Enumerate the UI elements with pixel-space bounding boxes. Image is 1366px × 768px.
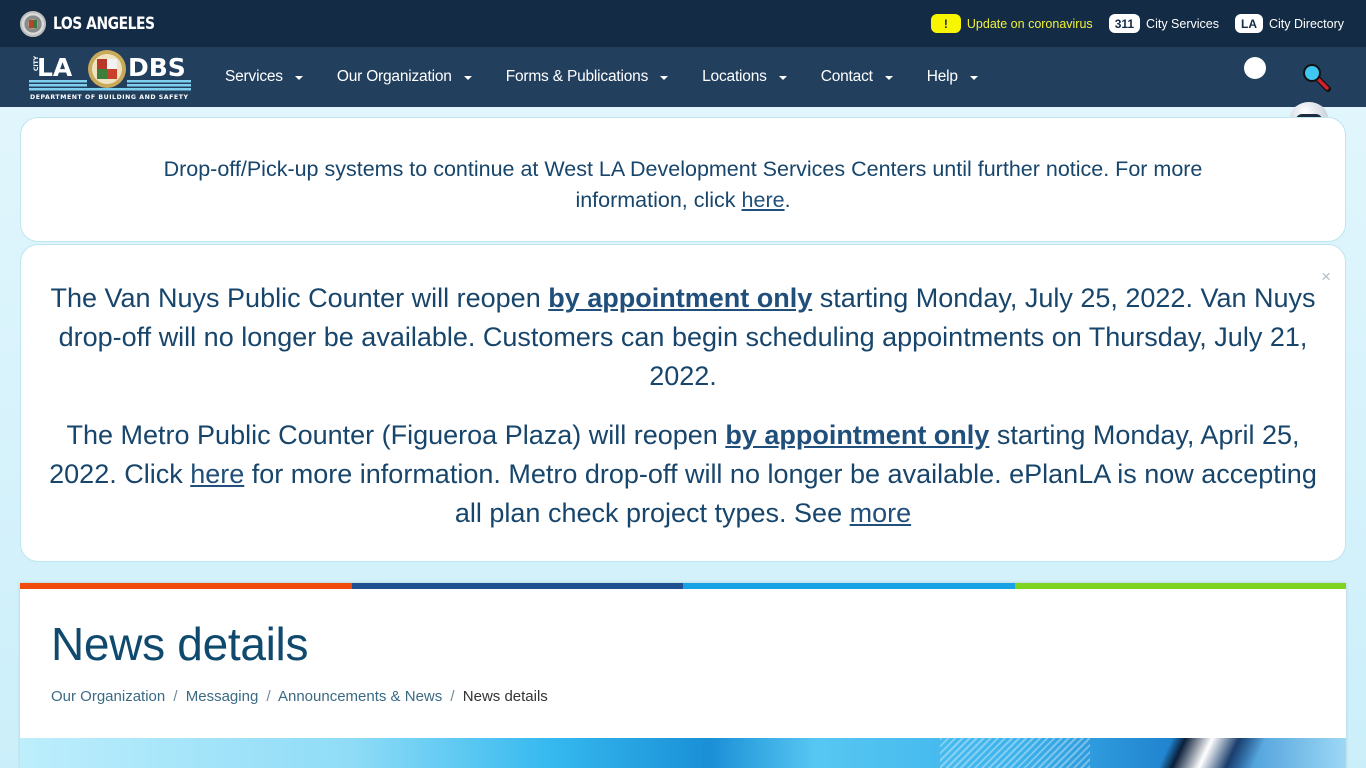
breadcrumb-separator: / (450, 688, 455, 705)
page-title: News details (51, 618, 309, 670)
accent-segment-navy (351, 583, 683, 589)
caret-down-icon (884, 76, 893, 80)
utility-links: ! Update on coronavirus 311 City Service… (915, 0, 1344, 47)
search-icon[interactable] (1301, 62, 1331, 92)
alert-here-link[interactable]: here (742, 188, 785, 212)
logo-subtitle: DEPARTMENT OF BUILDING AND SAFETY (30, 94, 189, 101)
van-nuys-appointment-link[interactable]: by appointment only (548, 283, 812, 313)
nav-our-organization-label: Our Organization (336, 68, 452, 85)
nav-menu: Services Our Organization Forms & Public… (225, 47, 1012, 107)
caret-down-icon (969, 76, 978, 80)
close-icon[interactable]: × (1321, 257, 1331, 296)
nav-locations[interactable]: Locations (702, 68, 787, 86)
breadcrumb-separator: / (173, 688, 178, 705)
logo-dbs-text: DBS (128, 53, 186, 82)
la-badge: LA (1234, 14, 1263, 33)
news-hero-image (20, 738, 1346, 768)
breadcrumb-separator: / (266, 688, 271, 705)
city-directory-label: City Directory (1268, 16, 1344, 31)
city-services-label: City Services (1146, 16, 1219, 31)
metro-here-link[interactable]: here (190, 459, 244, 489)
city-services-link[interactable]: 311 City Services (1108, 14, 1219, 33)
alert-public-counters: × The Van Nuys Public Counter will reope… (20, 244, 1346, 562)
ladbs-logo[interactable]: CITY LA DBS DEPARTMENT OF BUILDING AND S… (29, 50, 191, 102)
nav-help-label: Help (926, 68, 958, 85)
van-nuys-text: The Van Nuys Public Counter will reopen (50, 283, 549, 313)
caret-down-icon (660, 76, 669, 80)
nav-services[interactable]: Services (225, 68, 303, 86)
nav-forms-publications-label: Forms & Publications (505, 68, 649, 85)
main-navbar: CITY LA DBS DEPARTMENT OF BUILDING AND S… (0, 47, 1366, 107)
accent-color-bar (20, 583, 1346, 589)
metro-text: The Metro Public Counter (Figueroa Plaza… (66, 420, 726, 450)
city-directory-link[interactable]: LA City Directory (1234, 14, 1344, 33)
eplanla-more-link[interactable]: more (850, 498, 912, 528)
breadcrumb-messaging[interactable]: Messaging (186, 688, 259, 705)
breadcrumb: Our Organization / Messaging / Announcem… (51, 688, 548, 705)
metro-appointment-link[interactable]: by appointment only (725, 420, 989, 450)
nav-forms-publications[interactable]: Forms & Publications (505, 68, 669, 86)
accessibility-toggle[interactable] (1244, 57, 1266, 79)
logo-la-text: LA (37, 53, 73, 82)
metro-notice: The Metro Public Counter (Figueroa Plaza… (41, 416, 1325, 533)
caret-down-icon (778, 76, 787, 80)
nav-help[interactable]: Help (927, 68, 978, 86)
coronavirus-update-link[interactable]: ! Update on coronavirus (930, 14, 1093, 33)
nav-contact-label: Contact (820, 68, 873, 85)
accent-segment-orange (20, 583, 352, 589)
van-nuys-notice: The Van Nuys Public Counter will reopen … (41, 279, 1325, 396)
top-utility-bar: LOS ANGELES ! Update on coronavirus 311 … (0, 0, 1366, 47)
alert-text: Drop-off/Pick-up systems to continue at … (163, 157, 1203, 212)
breadcrumb-our-organization[interactable]: Our Organization (51, 688, 165, 705)
accent-segment-blue (683, 583, 1015, 589)
coronavirus-update-label: Update on coronavirus (966, 16, 1093, 31)
breadcrumb-current: News details (462, 688, 548, 705)
nav-services-label: Services (225, 68, 283, 85)
metro-text-end: for more information. Metro drop-off wil… (244, 459, 1317, 528)
caret-down-icon (463, 76, 472, 80)
311-badge: 311 (1108, 14, 1141, 33)
city-brand-link[interactable]: LOS ANGELES (20, 10, 177, 37)
caret-down-icon (294, 76, 303, 80)
accent-segment-green (1014, 583, 1346, 589)
alert-text-end: . (784, 188, 791, 212)
city-seal-icon (20, 10, 46, 37)
nav-our-organization[interactable]: Our Organization (337, 68, 472, 86)
city-name: LOS ANGELES (53, 13, 155, 34)
alert-west-la: Drop-off/Pick-up systems to continue at … (20, 117, 1346, 242)
nav-contact[interactable]: Contact (821, 68, 893, 86)
nav-locations-label: Locations (702, 68, 767, 85)
alert-icon: ! (930, 14, 961, 33)
breadcrumb-announcements-news[interactable]: Announcements & News (278, 688, 442, 705)
news-details-card: News details Our Organization / Messagin… (20, 583, 1346, 768)
